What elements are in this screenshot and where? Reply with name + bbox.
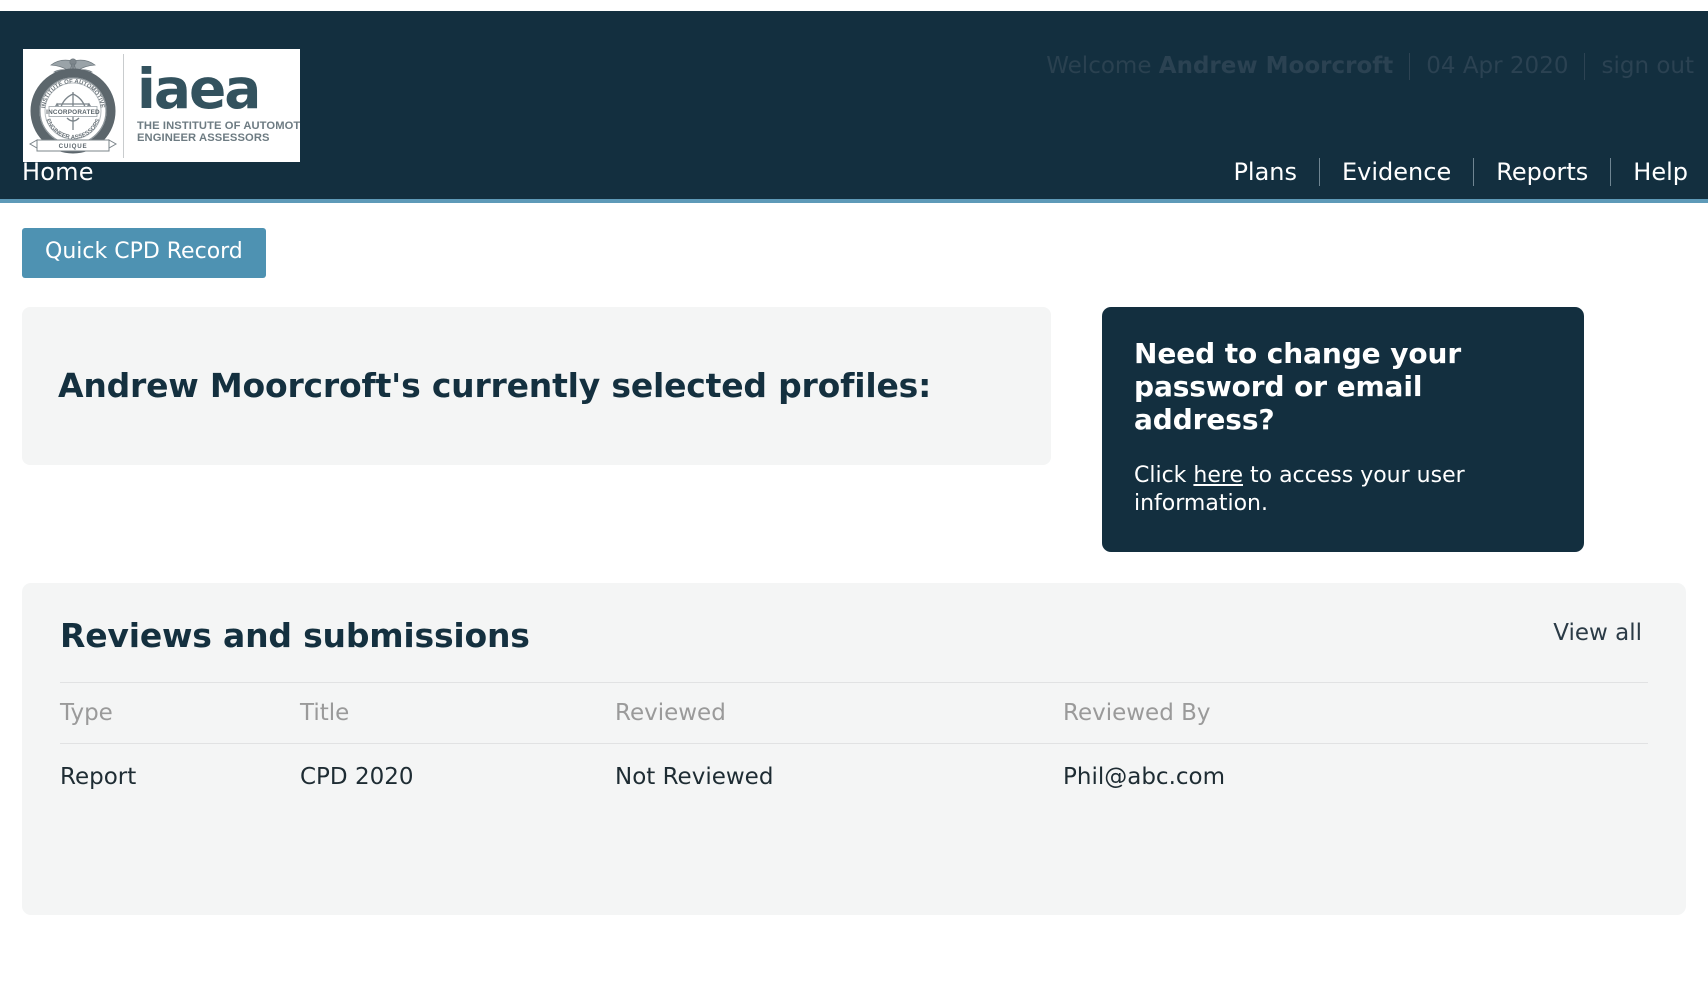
page-title: Andrew Moorcroft's currently selected pr… bbox=[58, 365, 932, 405]
welcome-prefix: Welcome bbox=[1046, 53, 1152, 79]
selected-profiles-panel: Andrew Moorcroft's currently selected pr… bbox=[22, 307, 1051, 465]
logo-tagline: THE INSTITUTE OF AUTOMOTIVE ENGINEER ASS… bbox=[137, 120, 300, 145]
quick-cpd-record-button[interactable]: Quick CPD Record bbox=[22, 228, 266, 278]
reviews-header-row: Reviews and submissions View all bbox=[60, 619, 1648, 652]
reviews-table-head: Type Title Reviewed Reviewed By bbox=[60, 682, 1648, 745]
iaea-crest-icon: INCORPORATED INSTITUTE OF AUTOMOTIVE ENG… bbox=[23, 53, 123, 158]
user-information-link[interactable]: here bbox=[1193, 463, 1243, 488]
reviews-table-body: Report CPD 2020 Not Reviewed Phil@abc.co… bbox=[60, 744, 1648, 811]
current-date: 04 Apr 2020 bbox=[1426, 53, 1569, 79]
top-strip bbox=[0, 0, 1708, 11]
sign-out-link[interactable]: sign out bbox=[1601, 55, 1694, 78]
nav-item-help[interactable]: Help bbox=[1611, 160, 1688, 184]
nav-item-home[interactable]: Home bbox=[22, 158, 94, 186]
welcome-separator-1 bbox=[1409, 53, 1411, 80]
main-navigation: Home Plans Evidence Reports Help bbox=[0, 145, 1708, 203]
table-header-row: Type Title Reviewed Reviewed By bbox=[60, 682, 1648, 745]
view-all-link[interactable]: View all bbox=[1553, 622, 1642, 645]
logo-tagline-line-1: THE INSTITUTE OF AUTOMOTIVE bbox=[137, 119, 300, 132]
reviews-heading: Reviews and submissions bbox=[60, 616, 530, 656]
page-content: Quick CPD Record Andrew Moorcroft's curr… bbox=[0, 203, 1708, 916]
change-password-panel: Need to change your password or email ad… bbox=[1102, 307, 1584, 553]
table-row[interactable]: Report CPD 2020 Not Reviewed Phil@abc.co… bbox=[60, 744, 1648, 811]
welcome-user-name: Andrew Moorcroft bbox=[1158, 53, 1394, 79]
column-header-title: Title bbox=[300, 682, 615, 745]
column-header-reviewed: Reviewed bbox=[615, 682, 1063, 745]
logo-tagline-line-2: ENGINEER ASSESSORS bbox=[137, 132, 270, 145]
logo-wordmark: iaea THE INSTITUTE OF AUTOMOTIVE ENGINEE… bbox=[124, 57, 300, 145]
nav-item-reports[interactable]: Reports bbox=[1474, 160, 1610, 184]
cell-reviewed: Not Reviewed bbox=[615, 764, 774, 791]
reviews-table: Type Title Reviewed Reviewed By Report C… bbox=[60, 682, 1648, 810]
change-password-heading: Need to change your password or email ad… bbox=[1134, 337, 1462, 437]
logo-wordmark-text: iaea bbox=[137, 57, 261, 122]
cell-reviewed-by: Phil@abc.com bbox=[1063, 764, 1225, 791]
cell-title: CPD 2020 bbox=[300, 764, 414, 791]
column-header-type: Type bbox=[60, 682, 300, 745]
nav-item-evidence[interactable]: Evidence bbox=[1320, 160, 1473, 184]
top-panels-row: Andrew Moorcroft's currently selected pr… bbox=[22, 307, 1686, 553]
site-header: INCORPORATED INSTITUTE OF AUTOMOTIVE ENG… bbox=[0, 11, 1708, 203]
reviews-and-submissions-panel: Reviews and submissions View all Type Ti… bbox=[22, 583, 1686, 916]
change-password-body: Click here to access your user informati… bbox=[1134, 462, 1552, 518]
cell-type: Report bbox=[60, 764, 137, 791]
nav-item-plans[interactable]: Plans bbox=[1211, 160, 1319, 184]
welcome-bar: Welcome Andrew Moorcroft 04 Apr 2020 sig… bbox=[1046, 53, 1694, 80]
welcome-separator-2 bbox=[1584, 53, 1586, 80]
column-header-reviewed-by: Reviewed By bbox=[1063, 682, 1648, 745]
svg-text:INCORPORATED: INCORPORATED bbox=[46, 109, 100, 116]
nav-right-group: Plans Evidence Reports Help bbox=[1211, 158, 1688, 186]
change-password-body-before: Click bbox=[1134, 463, 1194, 489]
page-root: INCORPORATED INSTITUTE OF AUTOMOTIVE ENG… bbox=[0, 0, 1708, 984]
